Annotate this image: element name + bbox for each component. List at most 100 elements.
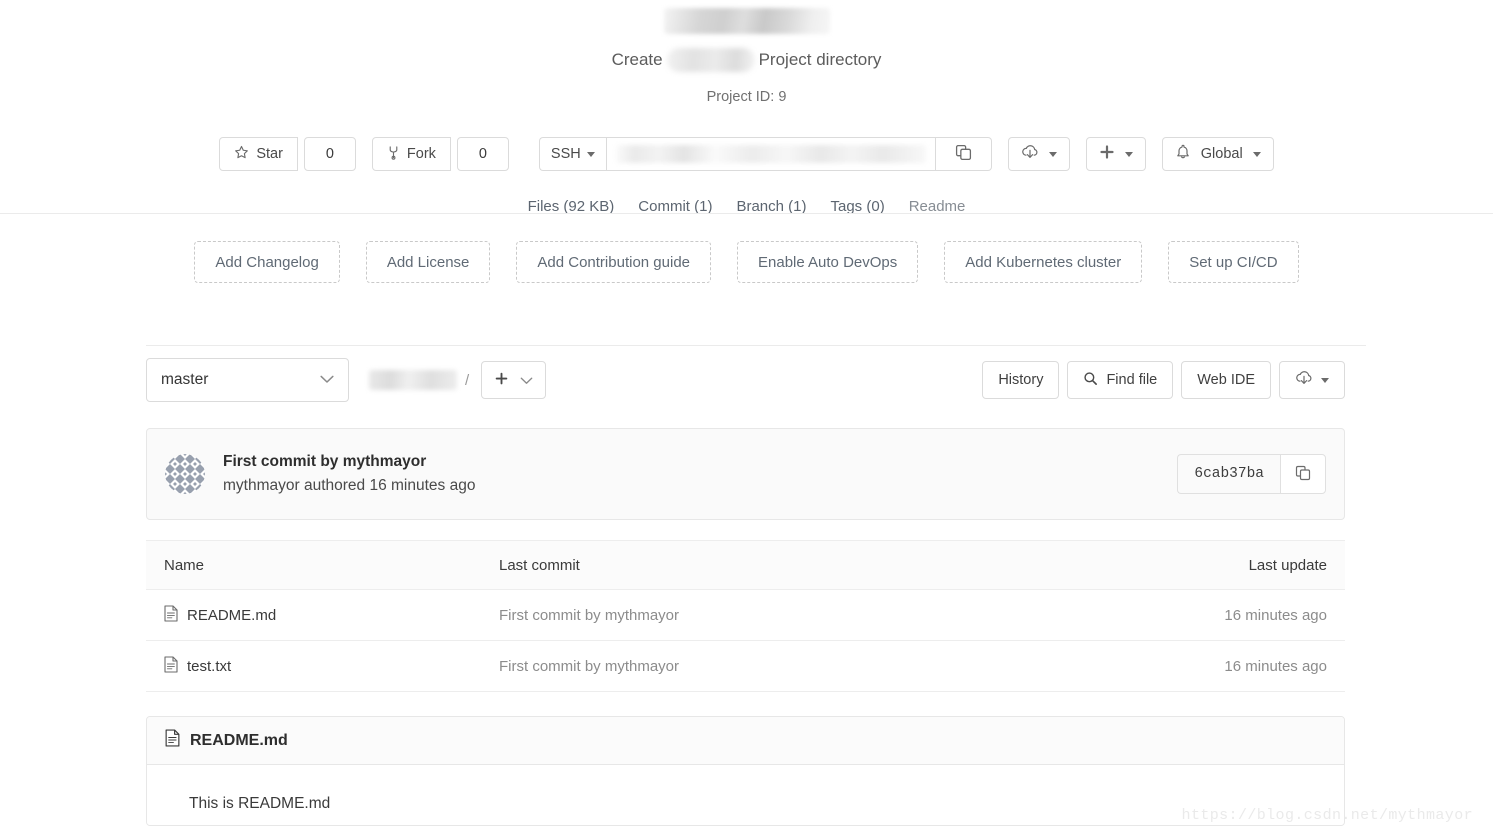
column-header-last-commit: Last commit xyxy=(499,556,580,574)
star-count[interactable]: 0 xyxy=(303,137,356,171)
cloud-download-icon xyxy=(1021,144,1039,164)
table-header-row: Name Last commit Last update xyxy=(146,541,1345,590)
fork-button-group: Fork 0 xyxy=(371,137,509,171)
chevron-down-icon xyxy=(1048,151,1057,157)
commit-hash[interactable]: 6cab37ba xyxy=(1177,454,1280,494)
chevron-down-icon xyxy=(586,151,595,157)
fork-icon xyxy=(387,145,400,164)
file-name-cell: test.txt xyxy=(164,655,499,677)
find-file-button[interactable]: Find file xyxy=(1067,361,1174,399)
history-button[interactable]: History xyxy=(982,361,1060,399)
file-icon xyxy=(164,604,178,626)
file-icon xyxy=(164,655,178,677)
path-breadcrumb: / xyxy=(369,370,469,390)
commit-info: First commit by mythmayor mythmayor auth… xyxy=(165,451,475,497)
project-description-prefix: Create xyxy=(611,50,663,69)
project-id: Project ID: 9 xyxy=(706,89,787,105)
table-row[interactable]: test.txt First commit by mythmayor 16 mi… xyxy=(146,641,1345,692)
setup-cicd-button[interactable]: Set up CI/CD xyxy=(1168,241,1299,283)
watermark: https://blog.csdn.net/mythmayor xyxy=(1181,807,1473,824)
chevron-down-icon xyxy=(1321,377,1329,383)
add-kubernetes-cluster-button[interactable]: Add Kubernetes cluster xyxy=(944,241,1143,283)
clone-url-group: SSH xyxy=(538,137,992,171)
gitlab-project-page: Create Project directory Project ID: 9 S… xyxy=(0,0,1493,834)
plus-icon xyxy=(1099,144,1115,164)
readme-content: This is README.md xyxy=(147,765,1344,825)
copy-clone-url-button[interactable] xyxy=(935,137,992,171)
project-description-suffix: Project directory xyxy=(758,50,882,69)
toolbar-divider xyxy=(0,213,1493,214)
project-description-redacted xyxy=(666,48,755,72)
commit-author-line: mythmayor authored 16 minutes ago xyxy=(223,477,476,494)
chevron-down-icon xyxy=(1252,151,1261,157)
chevron-down-icon xyxy=(520,373,533,388)
web-ide-button[interactable]: Web IDE xyxy=(1181,361,1271,399)
readme-header: README.md xyxy=(147,717,1344,765)
file-name-cell: README.md xyxy=(164,604,499,626)
suggestion-buttons: Add Changelog Add License Add Contributi… xyxy=(0,241,1493,283)
clone-url-redacted xyxy=(615,145,926,163)
readme-filename: README.md xyxy=(190,731,288,749)
breadcrumb-redacted xyxy=(369,370,457,390)
search-icon xyxy=(1083,371,1098,390)
file-name[interactable]: README.md xyxy=(187,607,276,624)
file-controls-bar: master / History Find file Web IDE xyxy=(146,358,1345,402)
star-button-group: Star 0 xyxy=(219,137,356,171)
notification-dropdown[interactable]: Global xyxy=(1161,137,1274,171)
file-controls-left: master / xyxy=(146,358,547,402)
project-title-redacted xyxy=(663,8,830,34)
file-last-update: 16 minutes ago xyxy=(1224,657,1327,675)
commit-text: First commit by mythmayor mythmayor auth… xyxy=(223,451,475,497)
find-file-label: Find file xyxy=(1106,372,1158,388)
file-list-table: Name Last commit Last update README.md F… xyxy=(146,540,1345,692)
readme-panel: README.md This is README.md xyxy=(146,716,1345,826)
star-label: Star xyxy=(256,146,283,162)
file-name[interactable]: test.txt xyxy=(187,658,231,675)
star-icon xyxy=(234,145,249,164)
cloud-download-icon xyxy=(1295,370,1313,390)
column-header-name: Name xyxy=(164,556,205,574)
fork-label: Fork xyxy=(406,146,436,162)
add-contribution-guide-button[interactable]: Add Contribution guide xyxy=(516,241,711,283)
commit-message[interactable]: First commit by mythmayor xyxy=(223,451,475,472)
fork-count[interactable]: 0 xyxy=(456,137,509,171)
file-icon xyxy=(165,729,180,752)
project-header: Create Project directory Project ID: 9 xyxy=(0,0,1493,105)
copy-icon xyxy=(1295,465,1311,484)
branch-name: master xyxy=(161,371,209,388)
project-toolbar: Star 0 Fork 0 SSH Global xyxy=(0,137,1493,171)
plus-icon xyxy=(494,371,509,389)
chevron-down-icon xyxy=(320,371,334,389)
add-new-dropdown[interactable] xyxy=(1085,137,1146,171)
add-license-button[interactable]: Add License xyxy=(365,241,491,283)
add-to-repository-dropdown[interactable] xyxy=(481,361,547,399)
avatar xyxy=(165,454,205,494)
clone-protocol-label: SSH xyxy=(550,146,581,162)
download-source-dropdown[interactable] xyxy=(1007,137,1070,171)
notification-label: Global xyxy=(1200,146,1243,162)
commit-hash-group: 6cab37ba xyxy=(1177,454,1326,494)
file-last-commit[interactable]: First commit by mythmayor xyxy=(499,607,1170,624)
file-controls-right: History Find file Web IDE xyxy=(982,361,1345,399)
clone-protocol-dropdown[interactable]: SSH xyxy=(538,137,606,171)
suggestions-divider xyxy=(146,345,1366,346)
copy-icon xyxy=(955,144,972,164)
repository-content: master / History Find file Web IDE First… xyxy=(146,358,1345,826)
clone-url-input[interactable] xyxy=(605,137,936,171)
column-header-last-update: Last update xyxy=(1248,556,1327,574)
fork-button[interactable]: Fork xyxy=(371,137,451,171)
star-button[interactable]: Star xyxy=(219,137,298,171)
file-last-update: 16 minutes ago xyxy=(1224,606,1327,624)
branch-selector[interactable]: master xyxy=(146,358,349,402)
latest-commit-block: First commit by mythmayor mythmayor auth… xyxy=(146,428,1345,520)
project-description: Create Project directory xyxy=(0,48,1493,72)
chevron-down-icon xyxy=(1124,151,1133,157)
breadcrumb-separator: / xyxy=(465,371,470,389)
add-changelog-button[interactable]: Add Changelog xyxy=(194,241,340,283)
bell-icon xyxy=(1175,144,1191,165)
enable-auto-devops-button[interactable]: Enable Auto DevOps xyxy=(737,241,919,283)
file-last-commit[interactable]: First commit by mythmayor xyxy=(499,658,1170,675)
table-row[interactable]: README.md First commit by mythmayor 16 m… xyxy=(146,590,1345,641)
copy-commit-hash-button[interactable] xyxy=(1280,454,1326,494)
download-repository-dropdown[interactable] xyxy=(1279,361,1345,399)
